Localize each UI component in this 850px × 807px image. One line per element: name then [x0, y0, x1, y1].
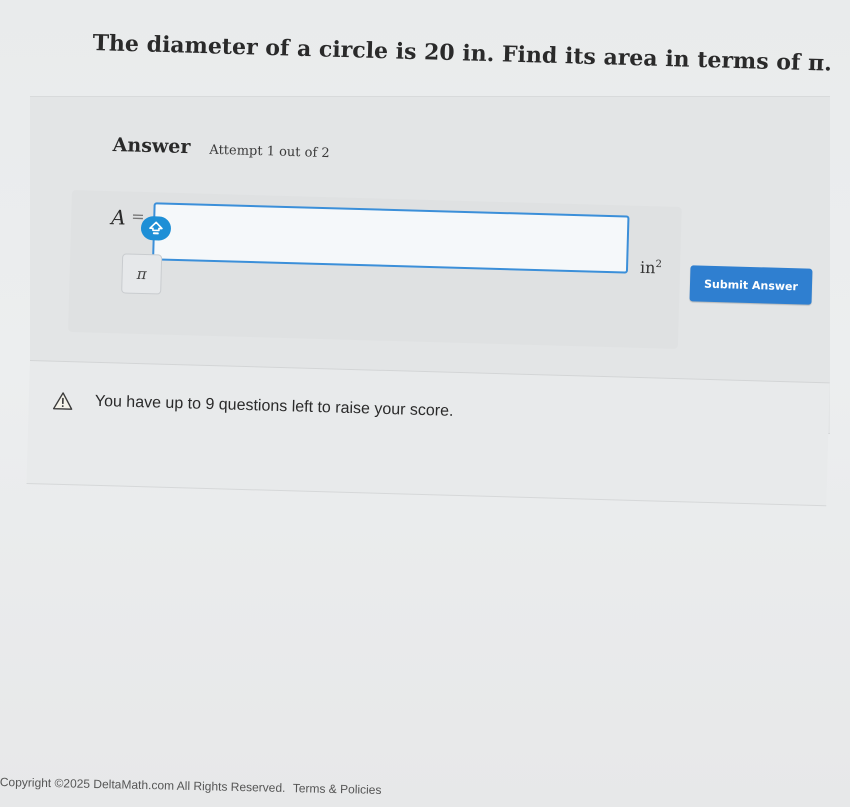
- warning-triangle-icon: [52, 392, 73, 410]
- copyright-text: Copyright ©2025 DeltaMath.com All Rights…: [0, 775, 286, 795]
- notice-text: You have up to 9 questions left to raise…: [94, 392, 454, 420]
- unit-exponent: 2: [655, 258, 663, 271]
- attempt-counter: Attempt 1 out of 2: [209, 142, 330, 162]
- question-text: The diameter of a circle is 20 in. Find …: [92, 30, 833, 77]
- notice-card: You have up to 9 questions left to raise…: [26, 360, 830, 507]
- answer-label: Answer: [112, 134, 191, 159]
- answer-work-area: A = π in2: [68, 190, 682, 349]
- unit-label: in2: [640, 258, 662, 278]
- submit-answer-button[interactable]: Submit Answer: [689, 265, 813, 305]
- keyboard-toggle-icon[interactable]: [140, 215, 172, 241]
- variable-label: A: [110, 205, 127, 230]
- terms-policies-link[interactable]: Terms & Policies: [293, 781, 382, 797]
- answer-input[interactable]: [152, 202, 630, 274]
- unit-base: in: [639, 257, 656, 278]
- pi-button[interactable]: π: [121, 253, 163, 295]
- footer: Copyright ©2025 DeltaMath.com All Rights…: [0, 775, 382, 797]
